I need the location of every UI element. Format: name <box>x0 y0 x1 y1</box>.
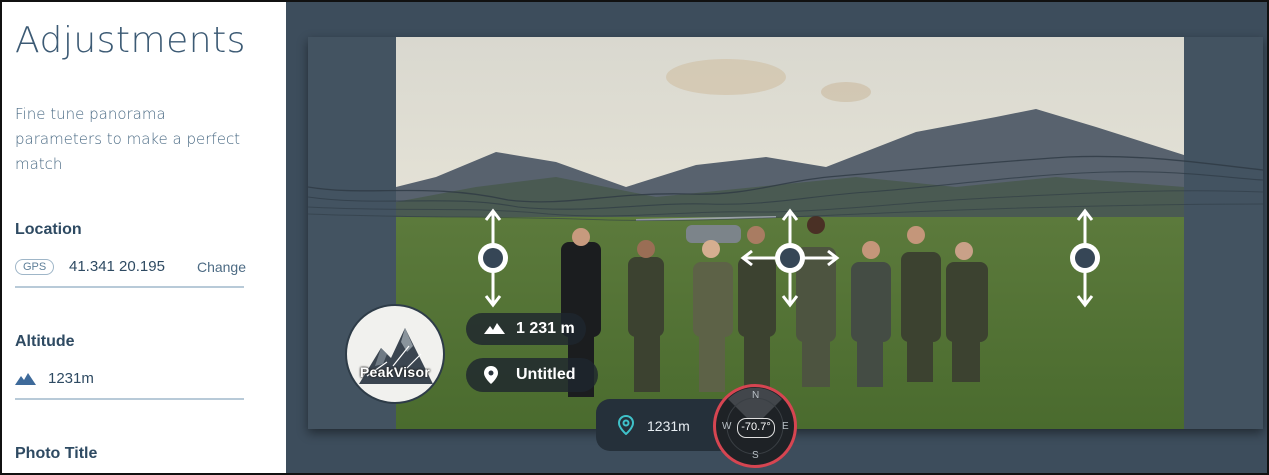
compass-east: E <box>782 421 789 432</box>
mountain-icon <box>15 372 37 391</box>
location-value: 41.341 20.195 <box>69 258 165 275</box>
location-field[interactable]: GPS 41.341 20.195 Change <box>15 258 246 288</box>
vertical-adjust-handle-right[interactable] <box>1066 208 1104 313</box>
location-pin-icon <box>484 366 498 384</box>
vertical-arrows-icon <box>478 208 508 308</box>
altitude-pill-value: 1 231 m <box>516 320 575 337</box>
move-handle-center[interactable] <box>740 208 840 313</box>
compass-south: S <box>752 450 759 461</box>
vertical-arrows-icon <box>1070 208 1100 308</box>
change-location-link[interactable]: Change <box>197 259 246 275</box>
sidebar-title: Adjustments <box>15 20 246 61</box>
compass-heading: -70.7° <box>737 418 775 438</box>
gps-badge: GPS <box>15 259 55 275</box>
app-window: Adjustments Fine tune panorama parameter… <box>0 0 1269 475</box>
adjustments-sidebar: Adjustments Fine tune panorama parameter… <box>2 2 286 473</box>
title-pill-value: Untitled <box>516 366 576 383</box>
location-pin-icon <box>618 415 634 435</box>
peakvisor-logo: PeakVisor <box>345 304 445 404</box>
altitude-pill: 1 231 m <box>466 313 586 345</box>
compass-north: N <box>752 390 760 401</box>
photo-title-label: Photo Title <box>15 445 98 462</box>
location-label: Location <box>15 221 82 238</box>
bottom-altitude-value: 1231m <box>647 418 690 434</box>
sidebar-description: Fine tune panorama parameters to make a … <box>15 105 241 173</box>
title-pill[interactable]: Untitled <box>466 358 598 392</box>
logo-text: PeakVisor <box>359 364 431 380</box>
altitude-value: 1231m <box>48 370 94 387</box>
mountain-icon <box>484 323 505 334</box>
move-arrows-icon <box>740 208 840 308</box>
mountain-sketch-icon <box>359 328 433 384</box>
altitude-label: Altitude <box>15 333 75 350</box>
vertical-adjust-handle-left[interactable] <box>474 208 512 313</box>
compass[interactable]: N E S W -70.7° <box>713 384 797 468</box>
compass-west: W <box>722 421 732 432</box>
altitude-field[interactable]: 1231m <box>15 370 244 400</box>
